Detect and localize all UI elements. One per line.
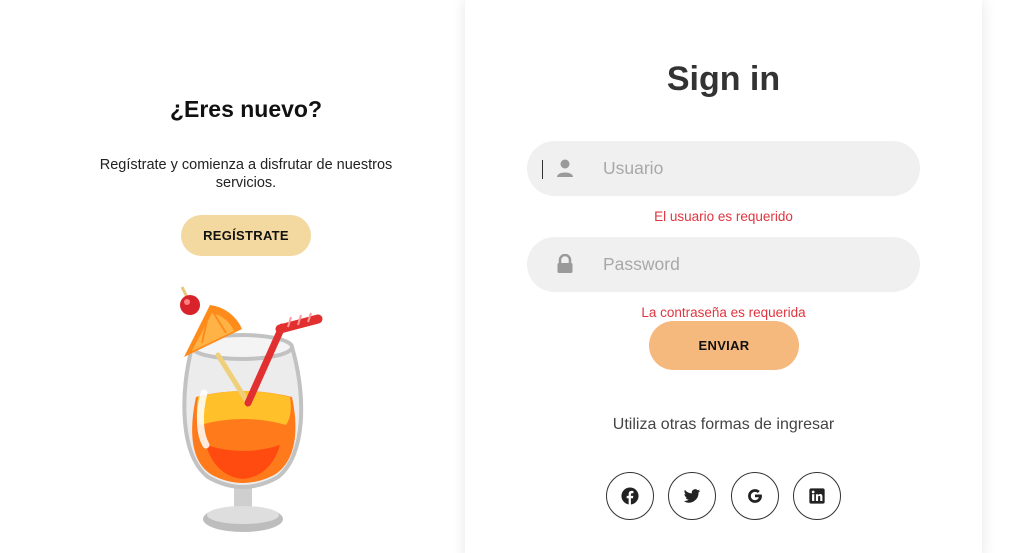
linkedin-button[interactable] [793,472,841,520]
facebook-button[interactable] [606,472,654,520]
signup-panel: ¿Eres nuevo? Regístrate y comienza a dis… [0,0,465,553]
signin-card: Sign in El usuario es requerido La contr… [465,0,982,553]
google-icon [748,489,762,503]
password-input[interactable] [603,237,903,292]
facebook-icon [621,487,639,505]
signin-title: Sign in [666,60,781,98]
cocktail-illustration [180,286,323,532]
password-error: La contraseña es requerida [641,305,806,320]
signup-button[interactable]: REGÍSTRATE [181,215,311,256]
twitter-icon [683,489,701,503]
linkedin-icon [809,488,825,504]
twitter-button[interactable] [668,472,716,520]
google-button[interactable] [731,472,779,520]
signup-description: Regístrate y comienza a disfrutar de nue… [99,157,393,191]
lock-icon [557,254,573,273]
submit-button[interactable]: ENVIAR [649,321,799,370]
username-field[interactable] [527,141,920,196]
username-input[interactable] [603,141,903,196]
page: ¿Eres nuevo? Regístrate y comienza a dis… [0,0,1034,553]
signup-title: ¿Eres nuevo? [169,96,323,122]
password-field[interactable] [527,237,920,292]
user-icon [557,159,573,177]
username-error: El usuario es requerido [654,209,793,224]
text-cursor [542,160,543,179]
alt-login-text: Utiliza otras formas de ingresar [612,416,835,433]
